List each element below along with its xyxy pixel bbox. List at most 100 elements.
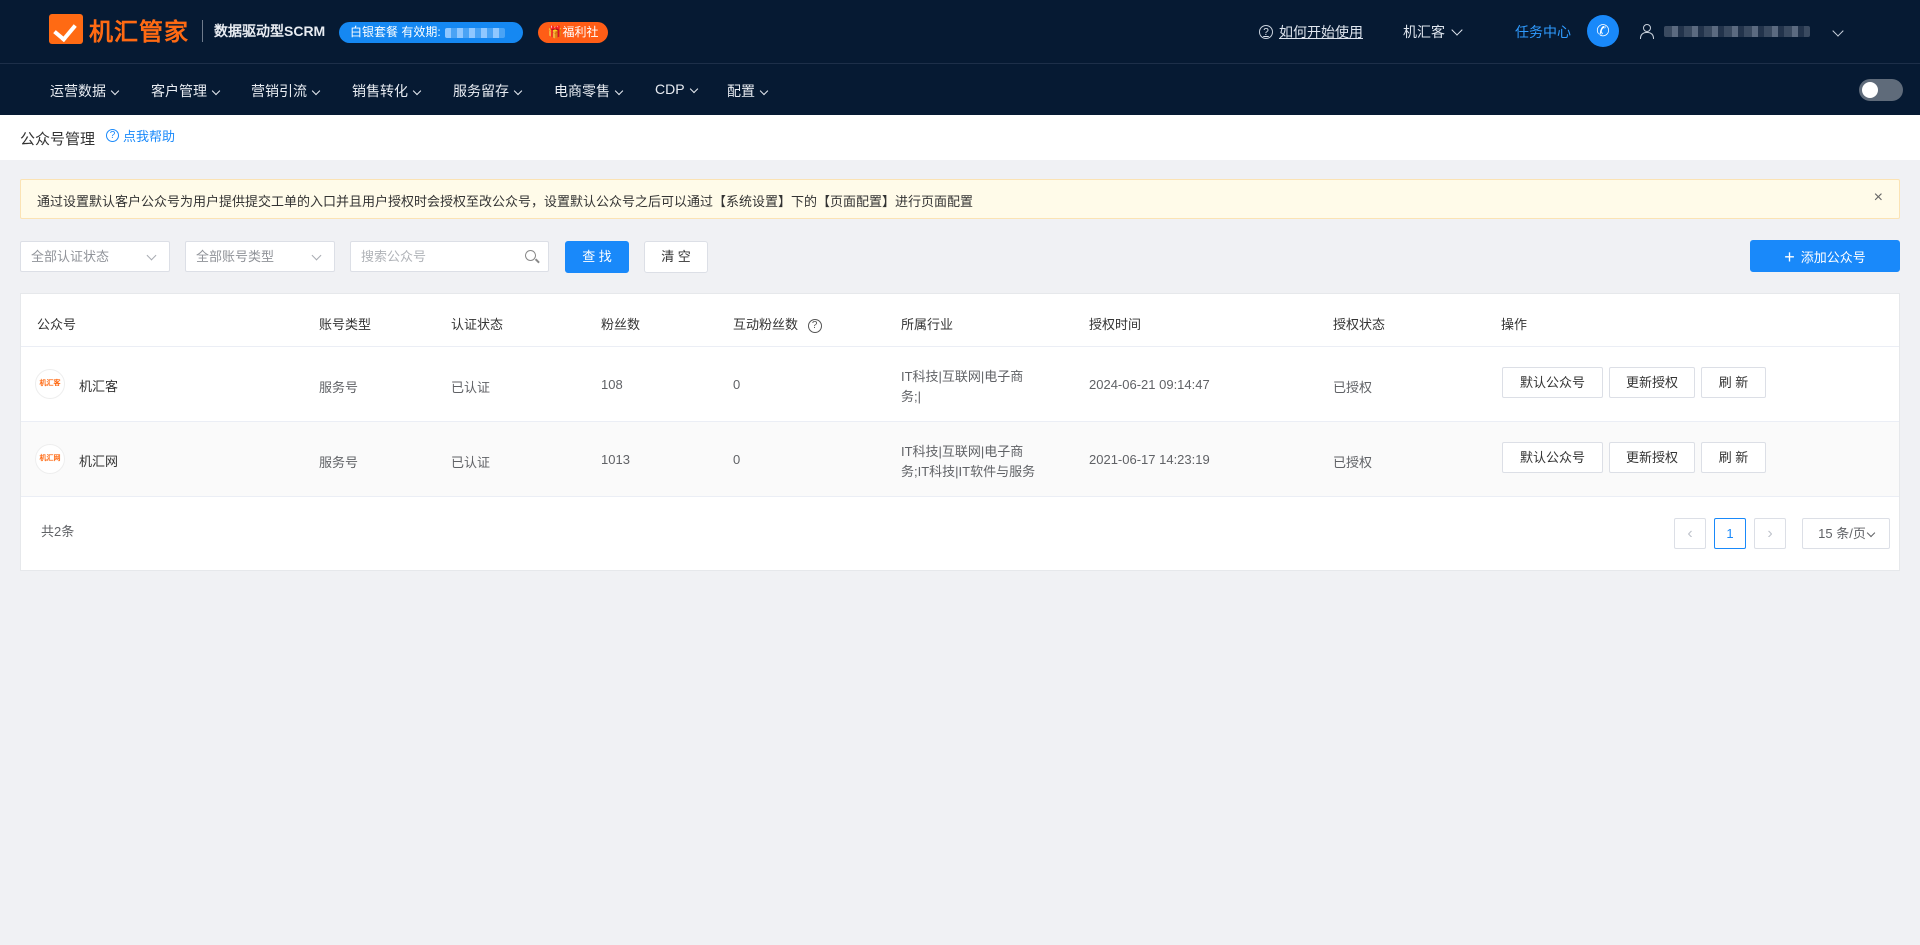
nav-item-service[interactable]: 服务留存 bbox=[453, 81, 523, 101]
task-center-link[interactable]: 任务中心 bbox=[1515, 22, 1571, 42]
find-button[interactable]: 查 找 bbox=[565, 241, 629, 273]
verify-status: 已认证 bbox=[451, 380, 491, 395]
refresh-button[interactable]: 刷 新 bbox=[1701, 367, 1766, 398]
notice-banner: 通过设置默认客户公众号为用户提供提交工单的入口并且用户授权时会授权至改公众号，设… bbox=[20, 179, 1900, 219]
page-size-select[interactable]: 15 条/页 bbox=[1802, 518, 1890, 549]
reauthorize-button[interactable]: 更新授权 bbox=[1609, 367, 1695, 398]
chevron-down-icon bbox=[759, 86, 769, 96]
auth-status: 已授权 bbox=[1333, 380, 1373, 395]
user-icon bbox=[1640, 24, 1654, 39]
total-count: 共2条 bbox=[41, 524, 75, 539]
redacted-date bbox=[444, 27, 505, 38]
refresh-button[interactable]: 刷 新 bbox=[1701, 442, 1766, 473]
table-row: 机汇网 机汇网 服务号 已认证 1013 0 IT科技|互联网|电子商 务;IT… bbox=[21, 422, 1899, 497]
nav-item-cdp[interactable]: CDP bbox=[655, 81, 698, 97]
account-name: 机汇网 bbox=[79, 454, 119, 469]
divider bbox=[202, 20, 203, 42]
table-header: 公众号 账号类型 认证状态 粉丝数 互动粉丝数 ? 所属行业 授权时间 授权状态… bbox=[21, 294, 1899, 347]
chevron-down-icon bbox=[1866, 528, 1876, 538]
search-field bbox=[350, 241, 549, 272]
nav-item-ecommerce[interactable]: 电商零售 bbox=[554, 81, 624, 101]
chevron-down-icon bbox=[311, 250, 322, 261]
column-header: 所属行业 bbox=[901, 317, 954, 332]
notice-text: 通过设置默认客户公众号为用户提供提交工单的入口并且用户授权时会授权至改公众号，设… bbox=[37, 194, 974, 209]
chevron-down-icon bbox=[614, 86, 624, 96]
package-badge[interactable]: 白银套餐 有效期: bbox=[339, 22, 523, 43]
column-header: 账号类型 bbox=[319, 317, 372, 332]
nav-item-sales[interactable]: 销售转化 bbox=[352, 81, 422, 101]
nav-item-config[interactable]: 配置 bbox=[727, 81, 769, 101]
chevron-down-icon bbox=[513, 86, 523, 96]
account-avatar: 机汇客 bbox=[35, 369, 65, 399]
account-type-select[interactable]: 全部账号类型 bbox=[185, 241, 335, 272]
auth-time: 2021-06-17 14:23:19 bbox=[1089, 452, 1210, 467]
nav-item-marketing[interactable]: 营销引流 bbox=[251, 81, 321, 101]
top-bar: 机汇管家 数据驱动型SCRM 白银套餐 有效期: 🎁福利社 ? 如何开始使用 机… bbox=[0, 0, 1920, 64]
account-name: 机汇客 bbox=[79, 379, 119, 394]
welfare-badge[interactable]: 🎁福利社 bbox=[538, 22, 608, 43]
phone-icon: ✆ bbox=[1596, 23, 1610, 40]
column-header: 粉丝数 bbox=[601, 317, 641, 332]
nav-item-customers[interactable]: 客户管理 bbox=[151, 81, 221, 101]
gift-icon: 🎁 bbox=[547, 25, 563, 39]
clear-button[interactable]: 清 空 bbox=[644, 241, 708, 273]
chevron-down-icon bbox=[110, 86, 120, 96]
account-type: 服务号 bbox=[319, 380, 359, 395]
industry: IT科技|互联网|电子商 务;IT科技|IT软件与服务 bbox=[901, 444, 1036, 479]
chevron-down-icon bbox=[412, 86, 422, 96]
chevron-down-icon bbox=[311, 86, 321, 96]
chevron-right-icon: › bbox=[1767, 525, 1773, 542]
auth-status: 已授权 bbox=[1333, 455, 1373, 470]
account-type: 服务号 bbox=[319, 455, 359, 470]
brand-logo[interactable]: 机汇管家 bbox=[49, 13, 189, 46]
next-page-button[interactable]: › bbox=[1754, 518, 1786, 549]
question-circle-icon[interactable]: ? bbox=[807, 318, 822, 333]
column-header: 操作 bbox=[1501, 317, 1528, 332]
slogan: 数据驱动型SCRM bbox=[214, 23, 326, 39]
help-link[interactable]: ? 点我帮助 bbox=[106, 126, 175, 145]
fans-count: 108 bbox=[601, 377, 623, 392]
page-header: 公众号管理 ? 点我帮助 bbox=[0, 115, 1920, 160]
nav-item-operations[interactable]: 运营数据 bbox=[50, 81, 120, 101]
column-header: 授权时间 bbox=[1089, 317, 1142, 332]
plus-icon: + bbox=[1784, 247, 1795, 267]
org-switcher[interactable]: 机汇客 bbox=[1403, 22, 1463, 42]
theme-toggle[interactable] bbox=[1859, 79, 1903, 101]
industry: IT科技|互联网|电子商 务;| bbox=[901, 369, 1024, 404]
active-fans-count: 0 bbox=[733, 377, 741, 392]
question-circle-icon: ? bbox=[106, 129, 119, 142]
column-header: 认证状态 bbox=[451, 317, 504, 332]
logo-check-icon bbox=[49, 14, 83, 44]
chevron-down-icon bbox=[146, 250, 157, 261]
page-title: 公众号管理 bbox=[20, 131, 96, 148]
chevron-down-icon bbox=[211, 86, 221, 96]
how-to-start-link[interactable]: ? 如何开始使用 bbox=[1259, 22, 1363, 42]
reauthorize-button[interactable]: 更新授权 bbox=[1609, 442, 1695, 473]
question-circle-icon: ? bbox=[1259, 25, 1273, 39]
set-default-button[interactable]: 默认公众号 bbox=[1502, 367, 1603, 398]
search-input[interactable] bbox=[361, 242, 521, 271]
fans-count: 1013 bbox=[601, 452, 630, 467]
table-footer: 共2条 ‹ 1 › 15 条/页 bbox=[21, 498, 1899, 570]
verify-status: 已认证 bbox=[451, 455, 491, 470]
active-fans-count: 0 bbox=[733, 452, 741, 467]
auth-time: 2024-06-21 09:14:47 bbox=[1089, 377, 1210, 392]
add-account-button[interactable]: + 添加公众号 bbox=[1750, 240, 1900, 272]
column-header: 公众号 bbox=[37, 317, 77, 332]
close-icon[interactable]: × bbox=[1874, 189, 1883, 207]
redacted-user-name[interactable] bbox=[1664, 26, 1810, 37]
brand-name: 机汇管家 bbox=[89, 18, 189, 46]
phone-button[interactable]: ✆ bbox=[1587, 15, 1619, 47]
auth-status-select[interactable]: 全部认证状态 bbox=[20, 241, 170, 272]
table-row: 机汇客 机汇客 服务号 已认证 108 0 IT科技|互联网|电子商 务;| 2… bbox=[21, 347, 1899, 422]
column-header: 互动粉丝数 ? bbox=[733, 314, 828, 333]
chevron-down-icon bbox=[1451, 24, 1463, 36]
user-menu-chevron[interactable] bbox=[1826, 25, 1844, 41]
search-icon[interactable] bbox=[525, 250, 536, 261]
accounts-table: 公众号 账号类型 认证状态 粉丝数 互动粉丝数 ? 所属行业 授权时间 授权状态… bbox=[20, 293, 1900, 571]
page-number[interactable]: 1 bbox=[1714, 518, 1746, 549]
chevron-down-icon bbox=[1832, 25, 1844, 37]
prev-page-button[interactable]: ‹ bbox=[1674, 518, 1706, 549]
account-avatar: 机汇网 bbox=[35, 444, 65, 474]
set-default-button[interactable]: 默认公众号 bbox=[1502, 442, 1603, 473]
